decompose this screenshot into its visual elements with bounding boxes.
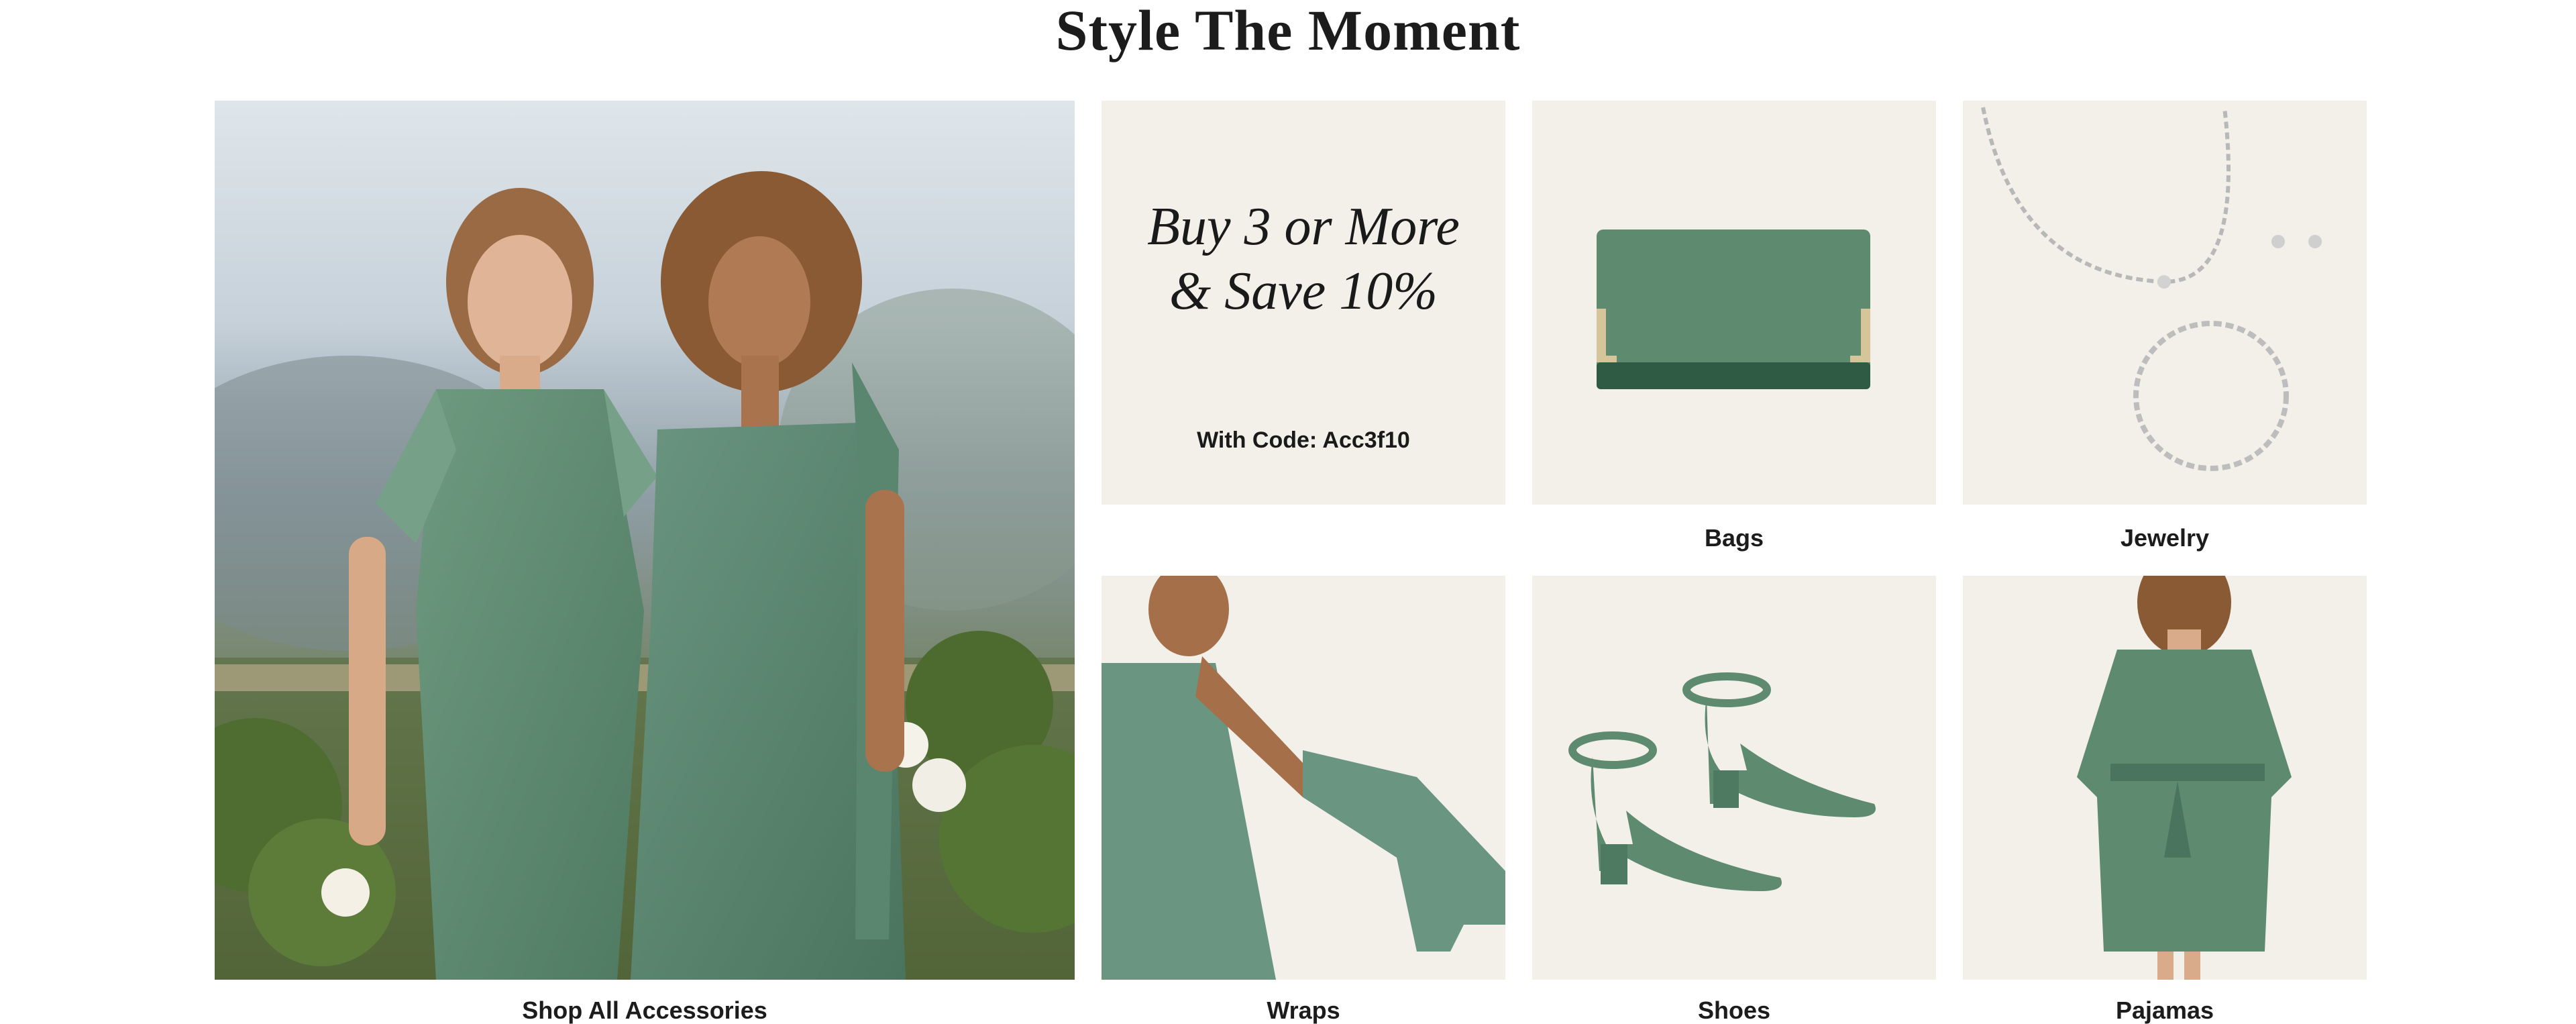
block-heel-sandals-image bbox=[1532, 576, 1936, 980]
clutch-bag-image bbox=[1532, 101, 1936, 505]
category-bags-label: Bags bbox=[1704, 524, 1764, 552]
hero-photo-image bbox=[215, 101, 1075, 980]
jewelry-set-image bbox=[1963, 101, 2367, 505]
category-pajamas-label: Pajamas bbox=[2115, 996, 2214, 1024]
promo-code-text: With Code: Acc3f10 bbox=[1197, 427, 1410, 453]
satin-robe-image bbox=[1963, 576, 2367, 980]
promo-headline: Buy 3 or More & Save 10% bbox=[1102, 195, 1505, 323]
promo-headline-line-1: Buy 3 or More bbox=[1147, 197, 1460, 256]
category-jewelry-label: Jewelry bbox=[2120, 524, 2210, 552]
category-wraps-image-link[interactable] bbox=[1102, 576, 1505, 980]
category-shoes-label: Shoes bbox=[1697, 996, 1771, 1024]
category-wraps-link[interactable]: Wraps bbox=[1102, 996, 1505, 1024]
promo-banner: Buy 3 or More & Save 10% With Code: Acc3… bbox=[1102, 101, 1505, 505]
category-bags-image-link[interactable] bbox=[1532, 101, 1936, 505]
category-jewelry-link[interactable]: Jewelry bbox=[1963, 523, 2367, 553]
promo-headline-line-2: & Save 10% bbox=[1169, 262, 1438, 321]
section-title: Style The Moment bbox=[1055, 0, 1521, 62]
category-jewelry-image-link[interactable] bbox=[1963, 101, 2367, 505]
shop-all-accessories-link[interactable]: Shop All Accessories bbox=[215, 996, 1075, 1024]
category-bags-link[interactable]: Bags bbox=[1532, 523, 1936, 553]
category-shoes-image-link[interactable] bbox=[1532, 576, 1936, 980]
chiffon-wrap-image bbox=[1102, 576, 1505, 980]
category-pajamas-link[interactable]: Pajamas bbox=[1963, 996, 2367, 1024]
category-pajamas-image-link[interactable] bbox=[1963, 576, 2367, 980]
shop-all-accessories-label: Shop All Accessories bbox=[522, 996, 767, 1024]
hero-image-link[interactable] bbox=[215, 101, 1075, 980]
category-shoes-link[interactable]: Shoes bbox=[1532, 996, 1936, 1024]
category-wraps-label: Wraps bbox=[1267, 996, 1340, 1024]
